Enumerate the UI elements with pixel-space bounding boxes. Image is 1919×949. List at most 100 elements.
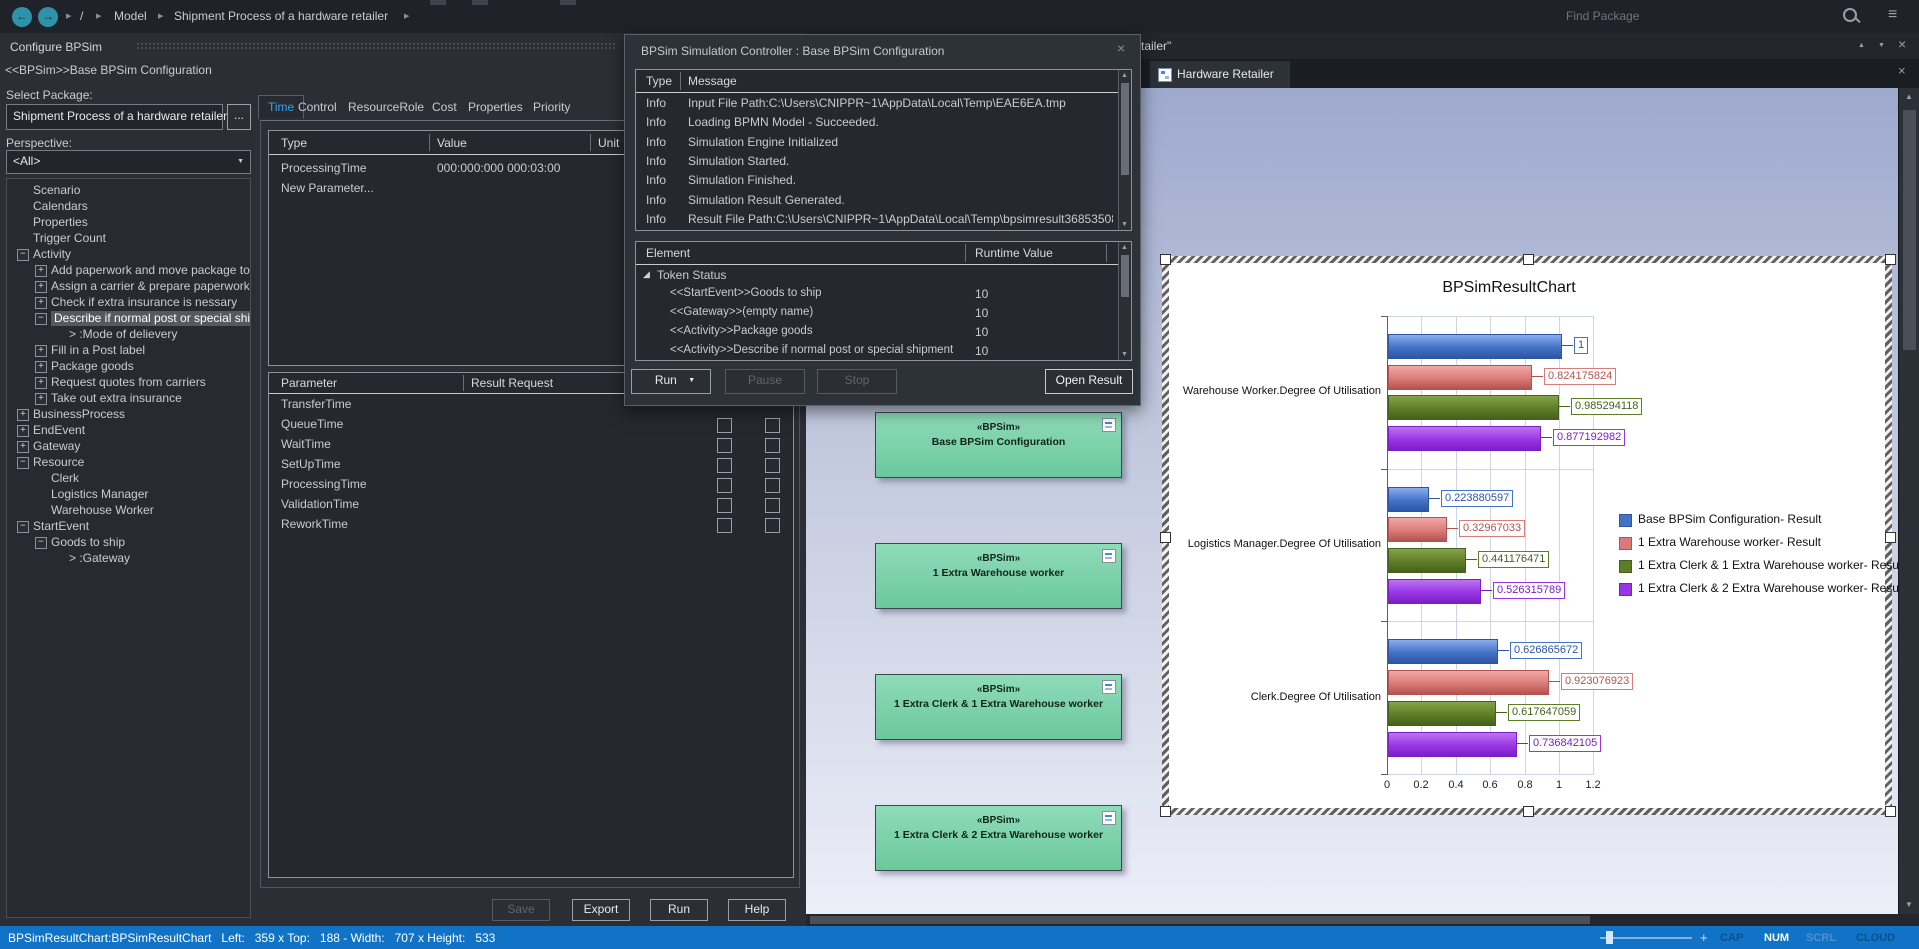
scroll-down-icon[interactable]: ▼ (1119, 351, 1130, 358)
col-msg-type[interactable]: Type (646, 74, 672, 88)
scroll-up-icon[interactable]: ▲ (1905, 92, 1913, 101)
result-row-queuetime[interactable]: QueueTime (281, 417, 343, 431)
zoom-slider-thumb[interactable] (1606, 931, 1613, 944)
dialog-pause-button[interactable]: Pause (725, 369, 805, 394)
breadcrumb-model[interactable]: Model (114, 9, 147, 23)
tree-expander-minus[interactable]: − (35, 537, 47, 549)
result-checkbox[interactable] (717, 438, 732, 453)
tree-expander-minus[interactable]: − (35, 313, 47, 325)
tree-item[interactable]: Fill in a Post label (51, 343, 145, 358)
tree-expander-plus[interactable]: + (17, 441, 29, 453)
tree-item[interactable]: > :Mode of delievery (69, 327, 177, 342)
tree-item[interactable]: StartEvent (33, 519, 89, 534)
selection-handle[interactable] (1160, 254, 1171, 265)
tree-item[interactable]: Calendars (33, 199, 88, 214)
selection-handle[interactable] (1160, 532, 1171, 543)
tab-control[interactable]: Control (298, 100, 337, 114)
chart-selection-frame[interactable]: BPSimResultChart 10.2238805970.626865672… (1162, 256, 1892, 815)
composite-diagram-icon[interactable] (1102, 680, 1116, 694)
configure-bpsim-title[interactable]: Configure BPSim (10, 40, 102, 54)
chart-bar[interactable] (1388, 395, 1559, 420)
chart-bar[interactable] (1388, 701, 1496, 726)
result-row-waittime[interactable]: WaitTime (281, 437, 331, 451)
composite-diagram-icon[interactable] (1102, 418, 1116, 432)
tree-expander-plus[interactable]: + (35, 297, 47, 309)
col-value[interactable]: Value (437, 136, 467, 150)
tree-item[interactable]: Trigger Count (33, 231, 106, 246)
tree-expander-plus[interactable]: + (35, 361, 47, 373)
close-icon[interactable]: × (1898, 36, 1906, 52)
result-checkbox[interactable] (717, 418, 732, 433)
search-icon[interactable] (1843, 8, 1857, 22)
find-package-input[interactable]: Find Package (1566, 9, 1639, 23)
message-scrollbar[interactable]: ▲ ▼ (1118, 70, 1131, 230)
chart-bar[interactable] (1388, 426, 1541, 451)
result-checkbox[interactable] (765, 458, 780, 473)
tab-properties[interactable]: Properties (468, 100, 523, 114)
selection-handle[interactable] (1885, 532, 1896, 543)
tree-item[interactable]: Properties (33, 215, 88, 230)
run-button[interactable]: Run (650, 899, 708, 921)
tree-expander-minus[interactable]: − (17, 249, 29, 261)
composite-diagram-icon[interactable] (1102, 549, 1116, 563)
selection-handle[interactable] (1523, 806, 1534, 817)
chart-bar[interactable] (1388, 517, 1447, 542)
tree-item[interactable]: Warehouse Worker (51, 503, 154, 518)
tree-expander-minus[interactable]: − (17, 521, 29, 533)
result-row-validationtime[interactable]: ValidationTime (281, 497, 359, 511)
chart-bar[interactable] (1388, 365, 1532, 390)
chart-bar[interactable] (1388, 732, 1517, 757)
chart-bar[interactable] (1388, 639, 1498, 664)
bpsim-node[interactable]: «BPSim»1 Extra Clerk & 2 Extra Warehouse… (875, 805, 1122, 871)
tree-item[interactable]: Describe if normal post or special shipm… (51, 311, 251, 326)
breadcrumb-package[interactable]: Shipment Process of a hardware retailer (174, 9, 388, 23)
tree-item[interactable]: > :Gateway (69, 551, 130, 566)
chart-bar[interactable] (1388, 334, 1562, 359)
tab-hardware-retailer[interactable]: Hardware Retailer (1150, 61, 1290, 88)
scroll-down-icon[interactable]: ▼ (1119, 221, 1130, 228)
tree-expander-plus[interactable]: + (17, 409, 29, 421)
tree-expander-plus[interactable]: + (35, 265, 47, 277)
result-checkbox[interactable] (765, 438, 780, 453)
selection-handle[interactable] (1885, 806, 1896, 817)
status-indicator-cap[interactable]: CAP (1720, 932, 1743, 944)
chevron-up-icon[interactable]: ▲ (1858, 42, 1865, 49)
result-checkbox[interactable] (717, 498, 732, 513)
scroll-up-icon[interactable]: ▲ (1119, 72, 1130, 79)
col-parameter[interactable]: Parameter (281, 376, 337, 390)
zoom-plus[interactable]: + (1700, 930, 1708, 945)
tree-item[interactable]: Scenario (33, 183, 80, 198)
selection-handle[interactable] (1523, 254, 1534, 265)
selection-handle[interactable] (1160, 806, 1171, 817)
package-input[interactable]: Shipment Process of a hardware retailer (6, 104, 223, 130)
dialog-stop-button[interactable]: Stop (817, 369, 897, 394)
close-tab-icon[interactable]: × (1898, 63, 1906, 78)
tree-item[interactable]: BusinessProcess (33, 407, 125, 422)
status-indicator-scrl[interactable]: SCRL (1806, 932, 1836, 944)
tree-item[interactable]: Request quotes from carriers (51, 375, 206, 390)
token-status-group-expander[interactable]: ◢ (643, 269, 650, 280)
bpsim-node[interactable]: «BPSim»1 Extra Warehouse worker (875, 543, 1122, 609)
tree-expander-plus[interactable]: + (35, 377, 47, 389)
result-checkbox[interactable] (717, 478, 732, 493)
tree-expander-plus[interactable]: + (35, 345, 47, 357)
tree-item[interactable]: Check if extra insurance is nessary (51, 295, 237, 310)
result-row-transfertime[interactable]: TransferTime (281, 397, 351, 411)
scroll-thumb[interactable] (1121, 83, 1129, 175)
tree-item[interactable]: Activity (33, 247, 71, 262)
composite-diagram-icon[interactable] (1102, 811, 1116, 825)
export-button[interactable]: Export (572, 899, 630, 921)
chevron-down-icon[interactable]: ▼ (1878, 42, 1885, 49)
new-parameter-row[interactable]: New Parameter... (281, 181, 374, 195)
perspective-dropdown[interactable]: <All> ▼ (6, 150, 251, 174)
tree-item[interactable]: Gateway (33, 439, 80, 454)
open-result-button[interactable]: Open Result (1045, 369, 1133, 394)
scroll-up-icon[interactable]: ▲ (1119, 244, 1130, 251)
vertical-scrollbar[interactable]: ▲ ▼ (1898, 88, 1919, 914)
nav-forward-button[interactable]: → (38, 7, 58, 27)
tab-cost[interactable]: Cost (432, 100, 457, 114)
chart-bar[interactable] (1388, 487, 1429, 512)
result-checkbox[interactable] (717, 518, 732, 533)
status-indicator-num[interactable]: NUM (1764, 932, 1789, 944)
result-checkbox[interactable] (765, 518, 780, 533)
